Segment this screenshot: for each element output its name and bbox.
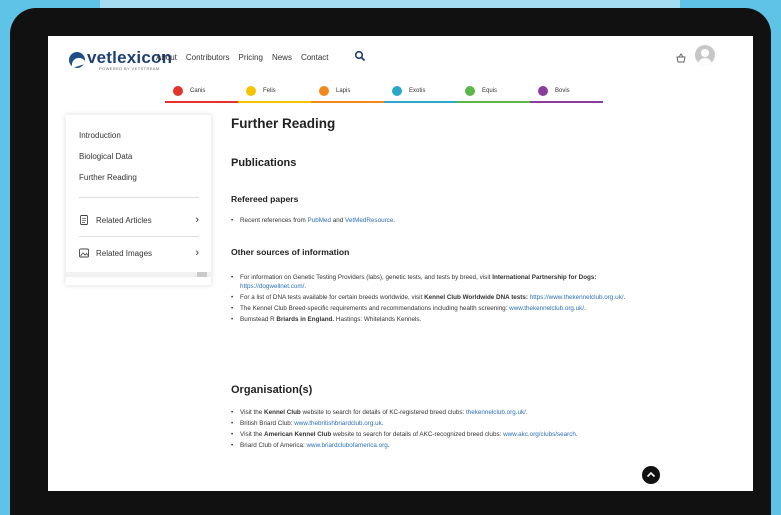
logo-subtitle: POWERED BY VETSTREAM [99, 66, 160, 71]
basket-icon[interactable] [675, 52, 687, 64]
related-articles-link[interactable]: Related Articles › [79, 213, 199, 227]
sidebar-divider [79, 197, 199, 198]
image-icon [79, 248, 89, 258]
logo-mark-icon [69, 52, 85, 68]
related-images-label: Related Images [96, 248, 153, 258]
tab-underline [165, 101, 238, 103]
species-tabs: Canis Felis Lapis Exotis Equis Bovis [165, 79, 603, 103]
related-images-link[interactable]: Related Images › [79, 246, 199, 260]
list-item: For information on Genetic Testing Provi… [231, 273, 651, 291]
search-icon[interactable] [354, 50, 366, 62]
exotis-icon [392, 86, 402, 96]
list-item: For a list of DNA tests available for ce… [231, 293, 651, 302]
kennel-club-health-link[interactable]: www.thekennelclub.org.uk/ [509, 305, 584, 312]
browser-screen: vetlexicon POWERED BY VETSTREAM About Co… [48, 36, 753, 491]
refereed-papers-heading: Refereed papers [231, 194, 299, 204]
sidebar-item-further-reading[interactable]: Further Reading [79, 173, 137, 182]
list-item: Visit the Kennel Club website to search … [231, 408, 651, 417]
nav-pricing[interactable]: Pricing [238, 53, 262, 62]
user-avatar[interactable] [695, 45, 715, 65]
felis-icon [246, 86, 256, 96]
list-item: Visit the American Kennel Club website t… [231, 430, 651, 439]
vetmedresource-link[interactable]: VetMedResource [345, 217, 393, 224]
tab-underline [457, 101, 530, 103]
equis-icon [465, 86, 475, 96]
article-sidebar: Introduction Biological Data Further Rea… [66, 115, 211, 285]
kennel-club-dna-link[interactable]: https://www.thekennelclub.org.uk/ [530, 294, 624, 301]
sidebar-divider [79, 236, 199, 237]
refereed-list: Recent references from PubMed and VetMed… [231, 216, 651, 227]
chevron-right-icon: › [195, 247, 199, 259]
main-nav: About Contributors Pricing News Contact [156, 53, 329, 62]
document-icon [80, 215, 88, 225]
horizontal-scrollbar[interactable] [66, 272, 211, 277]
lapis-icon [319, 86, 329, 96]
tab-underline [384, 101, 457, 103]
related-articles-label: Related Articles [96, 215, 152, 225]
british-briard-club-link[interactable]: www.thebritishbriardclub.org.uk [294, 420, 382, 427]
nav-news[interactable]: News [272, 53, 292, 62]
briard-club-america-link[interactable]: www.briardclubofamerica.org [307, 442, 388, 449]
list-item: British Briard Club: www.thebritishbriar… [231, 419, 651, 428]
pubmed-link[interactable]: PubMed [308, 217, 331, 224]
canis-icon [173, 86, 183, 96]
tab-equis[interactable]: Equis [457, 79, 530, 103]
sidebar-item-biological-data[interactable]: Biological Data [79, 152, 132, 161]
nav-contributors[interactable]: Contributors [186, 53, 230, 62]
tab-underline [530, 101, 603, 103]
bovis-icon [538, 86, 548, 96]
list-item: Briard Club of America: www.briardclubof… [231, 441, 651, 450]
tab-canis[interactable]: Canis [165, 79, 238, 103]
tab-exotis[interactable]: Exotis [384, 79, 457, 103]
tab-bovis[interactable]: Bovis [530, 79, 603, 103]
scroll-to-top-button[interactable] [642, 466, 660, 484]
list-item: Recent references from PubMed and VetMed… [231, 216, 651, 225]
publications-heading: Publications [231, 157, 297, 169]
tab-underline [311, 101, 384, 103]
sidebar-item-introduction[interactable]: Introduction [79, 131, 121, 140]
nav-about[interactable]: About [156, 53, 177, 62]
organisations-heading: Organisation(s) [231, 384, 313, 396]
dogwellnet-link[interactable]: https://dogwellnet.com/ [240, 283, 304, 290]
page-title: Further Reading [231, 116, 336, 131]
other-sources-list: For information on Genetic Testing Provi… [231, 273, 651, 326]
other-sources-heading: Other sources of information [231, 247, 350, 257]
nav-contact[interactable]: Contact [301, 53, 329, 62]
chevron-right-icon: › [195, 214, 199, 226]
tablet-frame: vetlexicon POWERED BY VETSTREAM About Co… [10, 8, 771, 515]
list-item: Bumstead R Briards in England. Hastings:… [231, 315, 651, 324]
akc-link[interactable]: www.akc.org/clubs/search [503, 431, 576, 438]
organisations-list: Visit the Kennel Club website to search … [231, 408, 651, 452]
site-header: vetlexicon POWERED BY VETSTREAM About Co… [48, 36, 753, 80]
kennel-club-link[interactable]: thekennelclub.org.uk/ [466, 409, 526, 416]
tab-lapis[interactable]: Lapis [311, 79, 384, 103]
list-item: The Kennel Club Breed-specific requireme… [231, 304, 651, 313]
tab-felis[interactable]: Felis [238, 79, 311, 103]
tab-underline [238, 101, 311, 103]
